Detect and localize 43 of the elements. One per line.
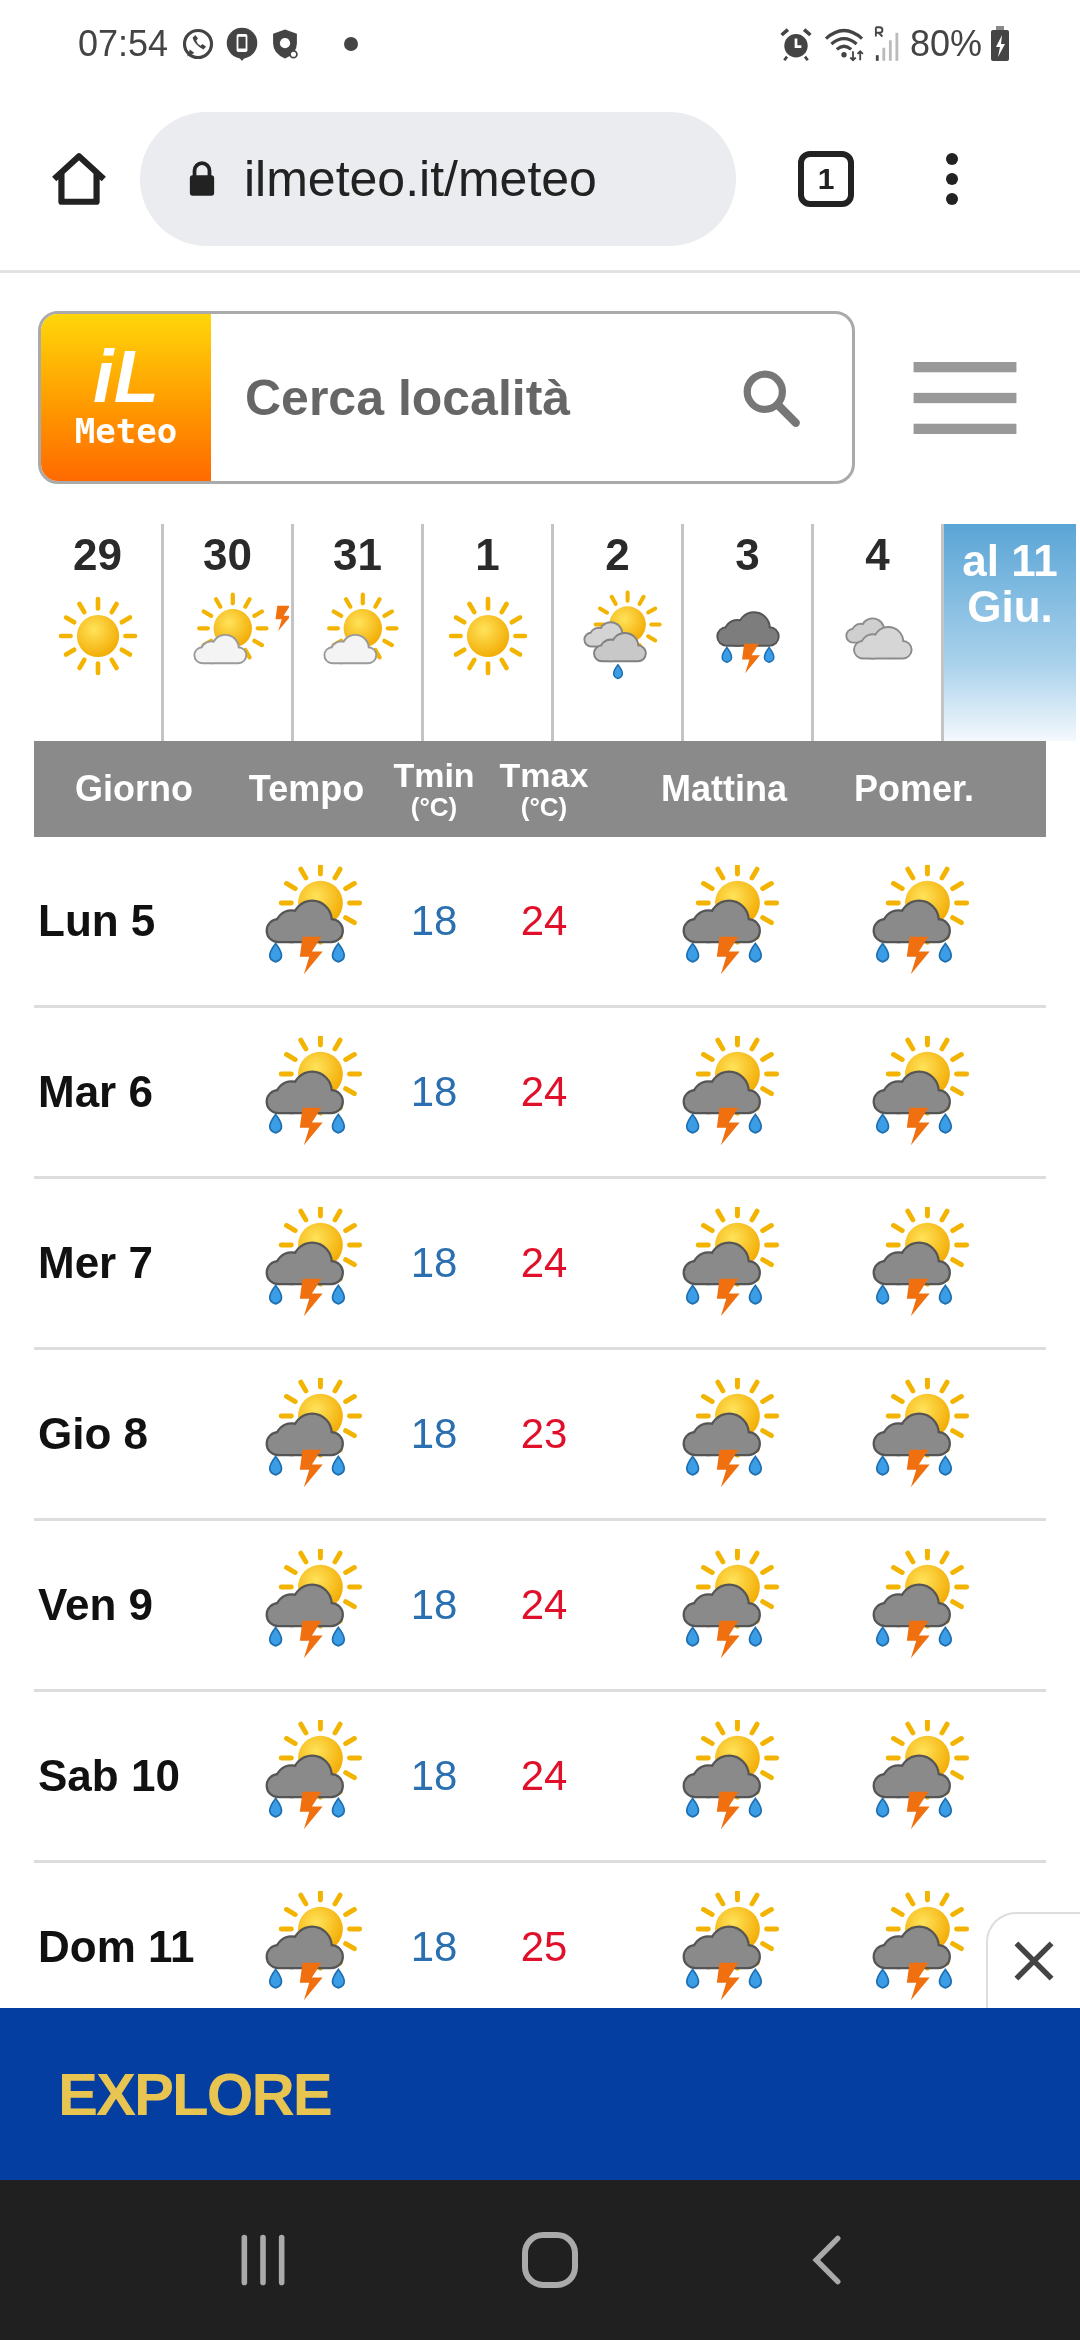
dot-icon [344,37,359,51]
day-label: Mar 6 [37,1067,154,1117]
battery-charging-icon [990,26,1010,62]
column-header: Mattina [660,768,789,810]
max-temperature: 23 [519,1410,569,1458]
ad-text: EXPLORE [58,2059,331,2129]
battery-percent: 80% [909,23,982,65]
column-header: Tmin [393,758,475,792]
address-bar[interactable]: ilmeteo.it/meteo [140,112,736,246]
clock-time: 07:54 [78,23,169,65]
day-label: Sab 10 [37,1751,181,1801]
column-header: Pomer. [852,768,976,810]
menu-icon [913,361,1017,434]
home-nav-button[interactable] [520,2230,580,2290]
day-label: Mer 7 [37,1238,154,1288]
column-header: Tmax [499,758,589,792]
lock-icon [188,160,216,198]
column-header: Giorno [74,768,194,810]
max-temperature: 24 [519,897,569,945]
max-temperature: 24 [519,1239,569,1287]
unit-label: (°C) [410,794,458,820]
min-temperature: 18 [409,1581,459,1629]
min-temperature: 18 [409,897,459,945]
day-tab[interactable]: 2 [554,524,684,741]
ad-banner[interactable]: EXPLORE [0,2008,1080,2180]
min-temperature: 18 [409,1752,459,1800]
max-temperature: 24 [519,1752,569,1800]
close-button[interactable] [986,1912,1080,2008]
min-temperature: 18 [409,1068,459,1116]
max-temperature: 24 [519,1068,569,1116]
column-header: Tempo [247,768,366,810]
day-label: Lun 5 [37,896,157,946]
min-temperature: 18 [409,1923,459,1971]
unit-label: (°C) [520,794,568,820]
min-temperature: 18 [409,1410,459,1458]
tab-count-button[interactable]: 1 [798,151,854,207]
day-label: Dom 11 [37,1922,196,1972]
min-temperature: 18 [409,1239,459,1287]
max-temperature: 24 [519,1581,569,1629]
close-icon [1012,1939,1056,1983]
max-temperature: 25 [519,1923,569,1971]
day-label: Gio 8 [37,1409,150,1459]
day-label: Ven 9 [37,1580,154,1630]
